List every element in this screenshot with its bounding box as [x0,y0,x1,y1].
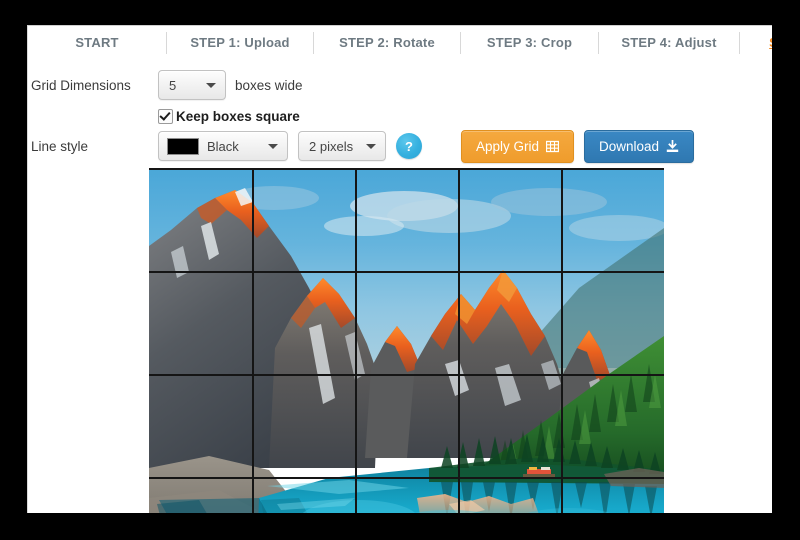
grid-dimensions-label: Grid Dimensions [31,77,131,93]
help-icon[interactable]: ? [396,133,422,159]
grid-dimensions-value: 5 [169,77,177,93]
download-label: Download [599,139,660,154]
help-glyph: ? [405,138,413,154]
line-weight-value: 2 pixels [309,138,354,154]
grid-dimensions-row: Grid Dimensions 5 boxes wide [28,68,303,102]
line-style-label: Line style [31,138,89,154]
tab-step-3-crop[interactable]: STEP 3: Crop [461,26,598,60]
tab-step-2-rotate[interactable]: STEP 2: Rotate [314,26,460,60]
action-button-group: Apply Grid Download [461,130,695,163]
apply-grid-label: Apply Grid [476,139,540,154]
keep-boxes-square-checkbox[interactable] [158,108,173,124]
tab-step-4-adjust[interactable]: STEP 4: Adjust [599,26,739,60]
line-weight-select[interactable]: 2 pixels [298,131,386,161]
boxes-wide-unit-label: boxes wide [235,77,303,93]
tab-step-1-upload[interactable]: STEP 1: Upload [167,26,313,60]
photo-moraine-lake [149,168,664,513]
content-panel: START STEP 1: Upload STEP 2: Rotate STEP… [27,25,772,513]
color-swatch-icon [167,137,199,155]
line-color-select[interactable]: Black [158,131,288,161]
keep-boxes-square-label[interactable]: Keep boxes square [176,109,300,124]
line-color-value: Black [207,138,239,154]
chevron-down-icon [366,144,376,149]
keep-boxes-square-row: Keep boxes square [158,105,300,127]
chevron-down-icon [206,83,216,88]
download-button[interactable]: Download [584,130,695,163]
step-tab-bar: START STEP 1: Upload STEP 2: Rotate STEP… [28,26,772,60]
tab-step-5-grid[interactable]: STEP 5: Grid [740,26,772,60]
apply-grid-button[interactable]: Apply Grid [461,130,575,163]
chevron-down-icon [268,144,278,149]
image-preview-area[interactable] [149,168,664,513]
grid-icon [546,140,560,153]
download-icon [666,140,679,153]
tab-start[interactable]: START [28,26,166,60]
line-style-row: Line style Black 2 pixels ? [28,129,422,163]
app-window: START STEP 1: Upload STEP 2: Rotate STEP… [0,0,800,540]
grid-dimensions-select[interactable]: 5 [158,70,226,100]
keep-boxes-square-control[interactable]: Keep boxes square [158,108,300,124]
